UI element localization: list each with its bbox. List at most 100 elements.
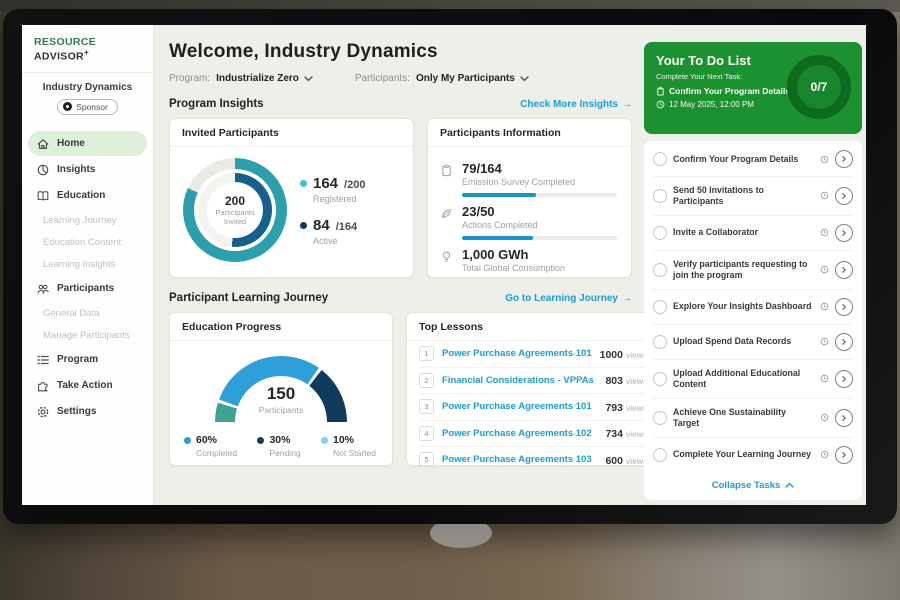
sidebar-item-settings[interactable]: Settings <box>28 399 147 424</box>
stat-global-consumption: 1,000 GWh Total Global Consumption <box>440 247 617 273</box>
lesson-row[interactable]: 2 Financial Considerations - VPPAs 803vi… <box>419 367 647 394</box>
invited-participants-card: Invited Participants 200 Participants In… <box>169 118 414 278</box>
lesson-row[interactable]: 1 Power Purchase Agreements 101 1000view… <box>419 341 647 367</box>
lesson-views: 734 <box>605 428 623 440</box>
lesson-title-link[interactable]: Power Purchase Agreements 101 <box>442 401 597 412</box>
org-name: Industry Dynamics <box>28 82 147 93</box>
task-open-button[interactable] <box>835 446 853 464</box>
card-title: Education Progress <box>170 313 392 341</box>
task-open-button[interactable] <box>835 261 853 279</box>
card-title: Top Lessons <box>407 313 659 341</box>
sidebar-item-education[interactable]: Education <box>28 183 147 208</box>
insights-cards-row: Invited Participants 200 Participants In… <box>169 118 632 278</box>
sidebar-item-learning-insights[interactable]: Learning Insights <box>28 253 147 275</box>
task-label: Send 50 Invitations to Participants <box>673 185 814 207</box>
legend-dot <box>184 437 191 444</box>
participants-filter[interactable]: Participants: Only My Participants <box>355 73 529 84</box>
task-checkbox[interactable] <box>653 263 667 277</box>
sidebar-item-education-content[interactable]: Education Content <box>28 231 147 253</box>
sidebar-item-participants[interactable]: Participants <box>28 276 147 301</box>
chevron-down-icon <box>304 76 313 82</box>
task-open-button[interactable] <box>835 333 853 351</box>
task-row[interactable]: Send 50 Invitations to Participants <box>653 177 853 216</box>
task-open-button[interactable] <box>835 150 853 168</box>
task-open-button[interactable] <box>835 409 853 427</box>
task-checkbox[interactable] <box>653 189 667 203</box>
tasks-list-card: Confirm Your Program Details Send 50 Inv… <box>644 141 862 500</box>
sidebar-item-manage-participants[interactable]: Manage Participants <box>28 324 147 346</box>
stat-value: 79/164 <box>462 161 617 176</box>
go-to-learning-journey-link[interactable]: Go to Learning Journey → <box>505 293 632 304</box>
chevron-down-icon <box>520 76 529 82</box>
program-filter-label: Program: <box>169 73 210 84</box>
todo-progress-value: 0/7 <box>811 80 828 94</box>
task-row[interactable]: Confirm Your Program Details <box>653 142 853 177</box>
collapse-tasks-link[interactable]: Collapse Tasks <box>653 472 853 498</box>
lesson-row[interactable]: 5 Power Purchase Agreements 103 600views <box>419 446 647 473</box>
task-checkbox[interactable] <box>653 448 667 462</box>
task-row[interactable]: Achieve One Sustainability Target <box>653 399 853 438</box>
dashboard-screen: RESOURCE ADVISOR+ Industry Dynamics Spon… <box>22 25 866 505</box>
sidebar-item-label: Participants <box>57 283 114 294</box>
gear-icon <box>36 405 50 419</box>
lesson-title-link[interactable]: Financial Considerations - VPPAs <box>442 375 597 386</box>
sidebar-item-home[interactable]: Home <box>28 131 147 156</box>
sidebar-item-general-data[interactable]: General Data <box>28 302 147 324</box>
top-lessons-card: Top Lessons 1 Power Purchase Agreements … <box>406 312 660 466</box>
task-checkbox[interactable] <box>653 372 667 386</box>
sponsor-badge[interactable]: Sponsor <box>57 99 118 115</box>
task-row[interactable]: Explore Your Insights Dashboard <box>653 290 853 325</box>
task-open-button[interactable] <box>835 370 853 388</box>
clipboard-icon <box>656 87 665 96</box>
check-more-insights-link[interactable]: Check More Insights → <box>520 99 632 110</box>
stat-value: 1,000 GWh <box>462 247 617 262</box>
task-checkbox[interactable] <box>653 335 667 349</box>
lesson-title-link[interactable]: Power Purchase Agreements 103 <box>442 454 597 465</box>
education-progress-card: Education Progress 150 Participants 60% … <box>169 312 393 466</box>
sidebar-item-label: Education Content <box>43 237 121 248</box>
task-checkbox[interactable] <box>653 152 667 166</box>
page-title: Welcome, Industry Dynamics <box>169 41 632 63</box>
task-label: Achieve One Sustainability Target <box>673 407 814 429</box>
task-row[interactable]: Upload Spend Data Records <box>653 325 853 360</box>
sidebar-item-program[interactable]: Program <box>28 347 147 372</box>
sidebar-item-take-action[interactable]: Take Action <box>28 373 147 398</box>
lesson-title-link[interactable]: Power Purchase Agreements 101 <box>442 348 592 359</box>
chevron-up-icon <box>785 482 794 488</box>
task-open-button[interactable] <box>835 298 853 316</box>
todo-panel: Your To Do List Complete Your Next Task:… <box>640 25 866 505</box>
legend-item-registered: 164/200 Registered <box>300 175 365 204</box>
donut-legend: 164/200 Registered 84/164 Active <box>300 175 365 246</box>
todo-datetime: 12 May 2025, 12:00 PM <box>669 100 754 109</box>
lesson-title-link[interactable]: Power Purchase Agreements 102 <box>442 428 597 439</box>
task-checkbox[interactable] <box>653 226 667 240</box>
task-row[interactable]: Invite a Collaborator <box>653 216 853 251</box>
task-label: Complete Your Learning Journey <box>673 449 814 460</box>
stat-label: Actions Completed <box>462 220 617 230</box>
task-open-button[interactable] <box>835 187 853 205</box>
legend-total: /164 <box>336 221 357 233</box>
card-title: Participants Information <box>428 119 631 147</box>
task-open-button[interactable] <box>835 224 853 242</box>
lesson-row[interactable]: 3 Power Purchase Agreements 101 793views <box>419 393 647 420</box>
task-row[interactable]: Complete Your Learning Journey <box>653 438 853 472</box>
clock-icon <box>820 413 829 422</box>
sidebar-item-learning-journey[interactable]: Learning Journey <box>28 209 147 231</box>
participants-information-card: Participants Information 79/164 Emission… <box>427 118 632 278</box>
clock-icon <box>820 337 829 346</box>
program-filter[interactable]: Program: Industrialize Zero <box>169 73 313 84</box>
task-checkbox[interactable] <box>653 300 667 314</box>
task-row[interactable]: Verify participants requesting to join t… <box>653 251 853 290</box>
program-filter-value: Industrialize Zero <box>216 73 299 84</box>
sidebar-item-label: Learning Insights <box>43 259 115 270</box>
lesson-row[interactable]: 4 Power Purchase Agreements 102 734views <box>419 420 647 447</box>
sidebar-item-insights[interactable]: Insights <box>28 157 147 182</box>
donut-center-label: Participants <box>215 208 254 217</box>
clock-icon <box>820 374 829 383</box>
gauge-center-value: 150 <box>206 384 356 404</box>
logo-advisor: ADVISOR <box>34 51 84 63</box>
task-row[interactable]: Upload Additional Educational Content <box>653 360 853 399</box>
task-checkbox[interactable] <box>653 411 667 425</box>
lesson-rank: 4 <box>419 426 434 441</box>
app-logo[interactable]: RESOURCE ADVISOR+ <box>22 25 153 73</box>
